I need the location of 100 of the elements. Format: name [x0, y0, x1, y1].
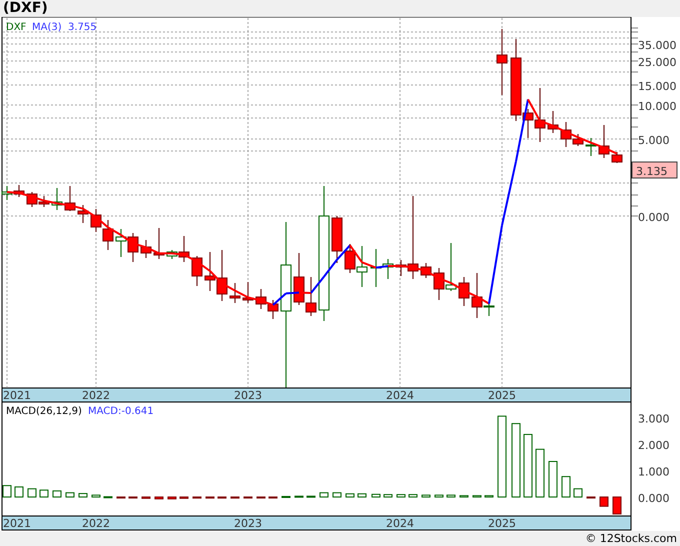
- year-label: 2022: [82, 389, 110, 402]
- macd-bar: [472, 495, 482, 498]
- candlestick: [204, 252, 216, 292]
- year-label: 2024: [386, 517, 414, 530]
- axis-label: 0.000: [638, 211, 670, 224]
- macd-bar: [206, 496, 214, 499]
- copyright-text: © 12Stocks.com: [585, 532, 677, 545]
- candlestick: [306, 276, 316, 316]
- macd-bar: [372, 494, 380, 498]
- axis-label: 5.000: [638, 134, 670, 147]
- macd-bar: [600, 496, 608, 507]
- year-label: 2025: [488, 389, 516, 402]
- macd-bar: [384, 494, 392, 498]
- candlestick: [458, 276, 470, 306]
- macd-bar: [536, 448, 544, 498]
- year-label: 2023: [234, 517, 262, 530]
- candlestick: [14, 184, 24, 198]
- macd-bar: [562, 476, 570, 498]
- macd-bar: [180, 496, 188, 499]
- candlestick: [344, 244, 356, 274]
- candlestick: [154, 228, 164, 260]
- macd-bar: [548, 461, 558, 498]
- macd-bar: [52, 490, 62, 498]
- candlestick: [256, 288, 266, 310]
- macd-bar: [332, 492, 342, 498]
- candlestick: [496, 28, 508, 96]
- legend-value: 3.755: [68, 22, 97, 33]
- year-label: 2024: [386, 389, 414, 402]
- axis-label: 35.000: [638, 39, 676, 52]
- axis-label: 2.000: [638, 439, 670, 452]
- candlestick: [356, 246, 368, 288]
- macd-bar: [2, 485, 12, 498]
- candlestick: [78, 204, 88, 224]
- axis-label: 15.000: [638, 80, 676, 93]
- macd-bar: [484, 495, 494, 498]
- candlestick: [268, 300, 278, 320]
- macd-bar: [66, 492, 74, 498]
- candlestick: [216, 250, 228, 302]
- macd-bar: [218, 496, 226, 499]
- macd-legend: MACD(26,12,9): [6, 406, 82, 417]
- candlestick: [102, 220, 114, 250]
- candlestick: [90, 208, 102, 232]
- candlestick: [420, 262, 432, 278]
- macd-bar: [28, 488, 36, 498]
- macd-bar: [358, 493, 366, 498]
- candlestick: [38, 196, 50, 208]
- candlestick: [598, 124, 610, 158]
- price-tag: 3.135: [632, 162, 678, 178]
- macd-bar: [282, 496, 290, 498]
- candlestick: [586, 138, 596, 156]
- candlestick: [242, 282, 254, 304]
- macd-bar: [524, 434, 532, 498]
- year-label: 2023: [234, 389, 262, 402]
- axis-label: 0.000: [638, 492, 670, 505]
- candlestick: [612, 152, 622, 164]
- macd-bar: [320, 492, 328, 498]
- candlestick: [64, 186, 76, 212]
- macd-bar: [422, 494, 430, 498]
- macd-bar: [142, 496, 150, 499]
- axis-label: 10.000: [638, 100, 676, 113]
- candlestick: [128, 232, 138, 262]
- macd-value: MACD:-0.641: [88, 406, 154, 417]
- candlestick: [548, 110, 558, 134]
- axis-label: 3.000: [638, 412, 670, 426]
- macd-bar: [346, 493, 354, 498]
- candlestick: [26, 192, 38, 208]
- macd-bar: [612, 496, 622, 514]
- macd-bar: [78, 493, 88, 498]
- macd-bar: [574, 488, 582, 498]
- macd-bar: [154, 496, 164, 500]
- macd-bar: [460, 495, 468, 498]
- macd-bar: [230, 496, 240, 499]
- macd-bar: [14, 486, 24, 498]
- candlestick: [52, 188, 62, 210]
- year-label: 2025: [488, 517, 516, 530]
- legend-symbol: DXF: [6, 22, 26, 33]
- macd-bar: [396, 494, 406, 498]
- candlestick: [230, 282, 240, 304]
- candlestick: [116, 228, 126, 258]
- macd-bar: [192, 496, 202, 499]
- macd-bar: [408, 494, 418, 498]
- year-label: 2021: [3, 389, 31, 402]
- macd-bar: [168, 496, 176, 500]
- year-label: 2021: [3, 517, 31, 530]
- candlestick: [294, 252, 304, 306]
- axis-label: 1.000: [638, 466, 670, 478]
- axis-label: 25.000: [638, 56, 676, 69]
- candlestick: [332, 216, 342, 264]
- macd-bar: [306, 496, 316, 498]
- candlestick: [192, 256, 202, 286]
- chart-title: (DXF): [2, 0, 49, 17]
- macd-bar: [446, 494, 456, 498]
- macd-bar: [104, 496, 112, 498]
- legend-indicator: MA(3): [32, 22, 62, 33]
- candlestick: [140, 240, 152, 258]
- macd-bar: [434, 494, 444, 498]
- macd-bar: [294, 496, 304, 498]
- year-label: 2022: [82, 517, 110, 530]
- macd-bar: [92, 494, 100, 498]
- macd-bar: [40, 490, 48, 498]
